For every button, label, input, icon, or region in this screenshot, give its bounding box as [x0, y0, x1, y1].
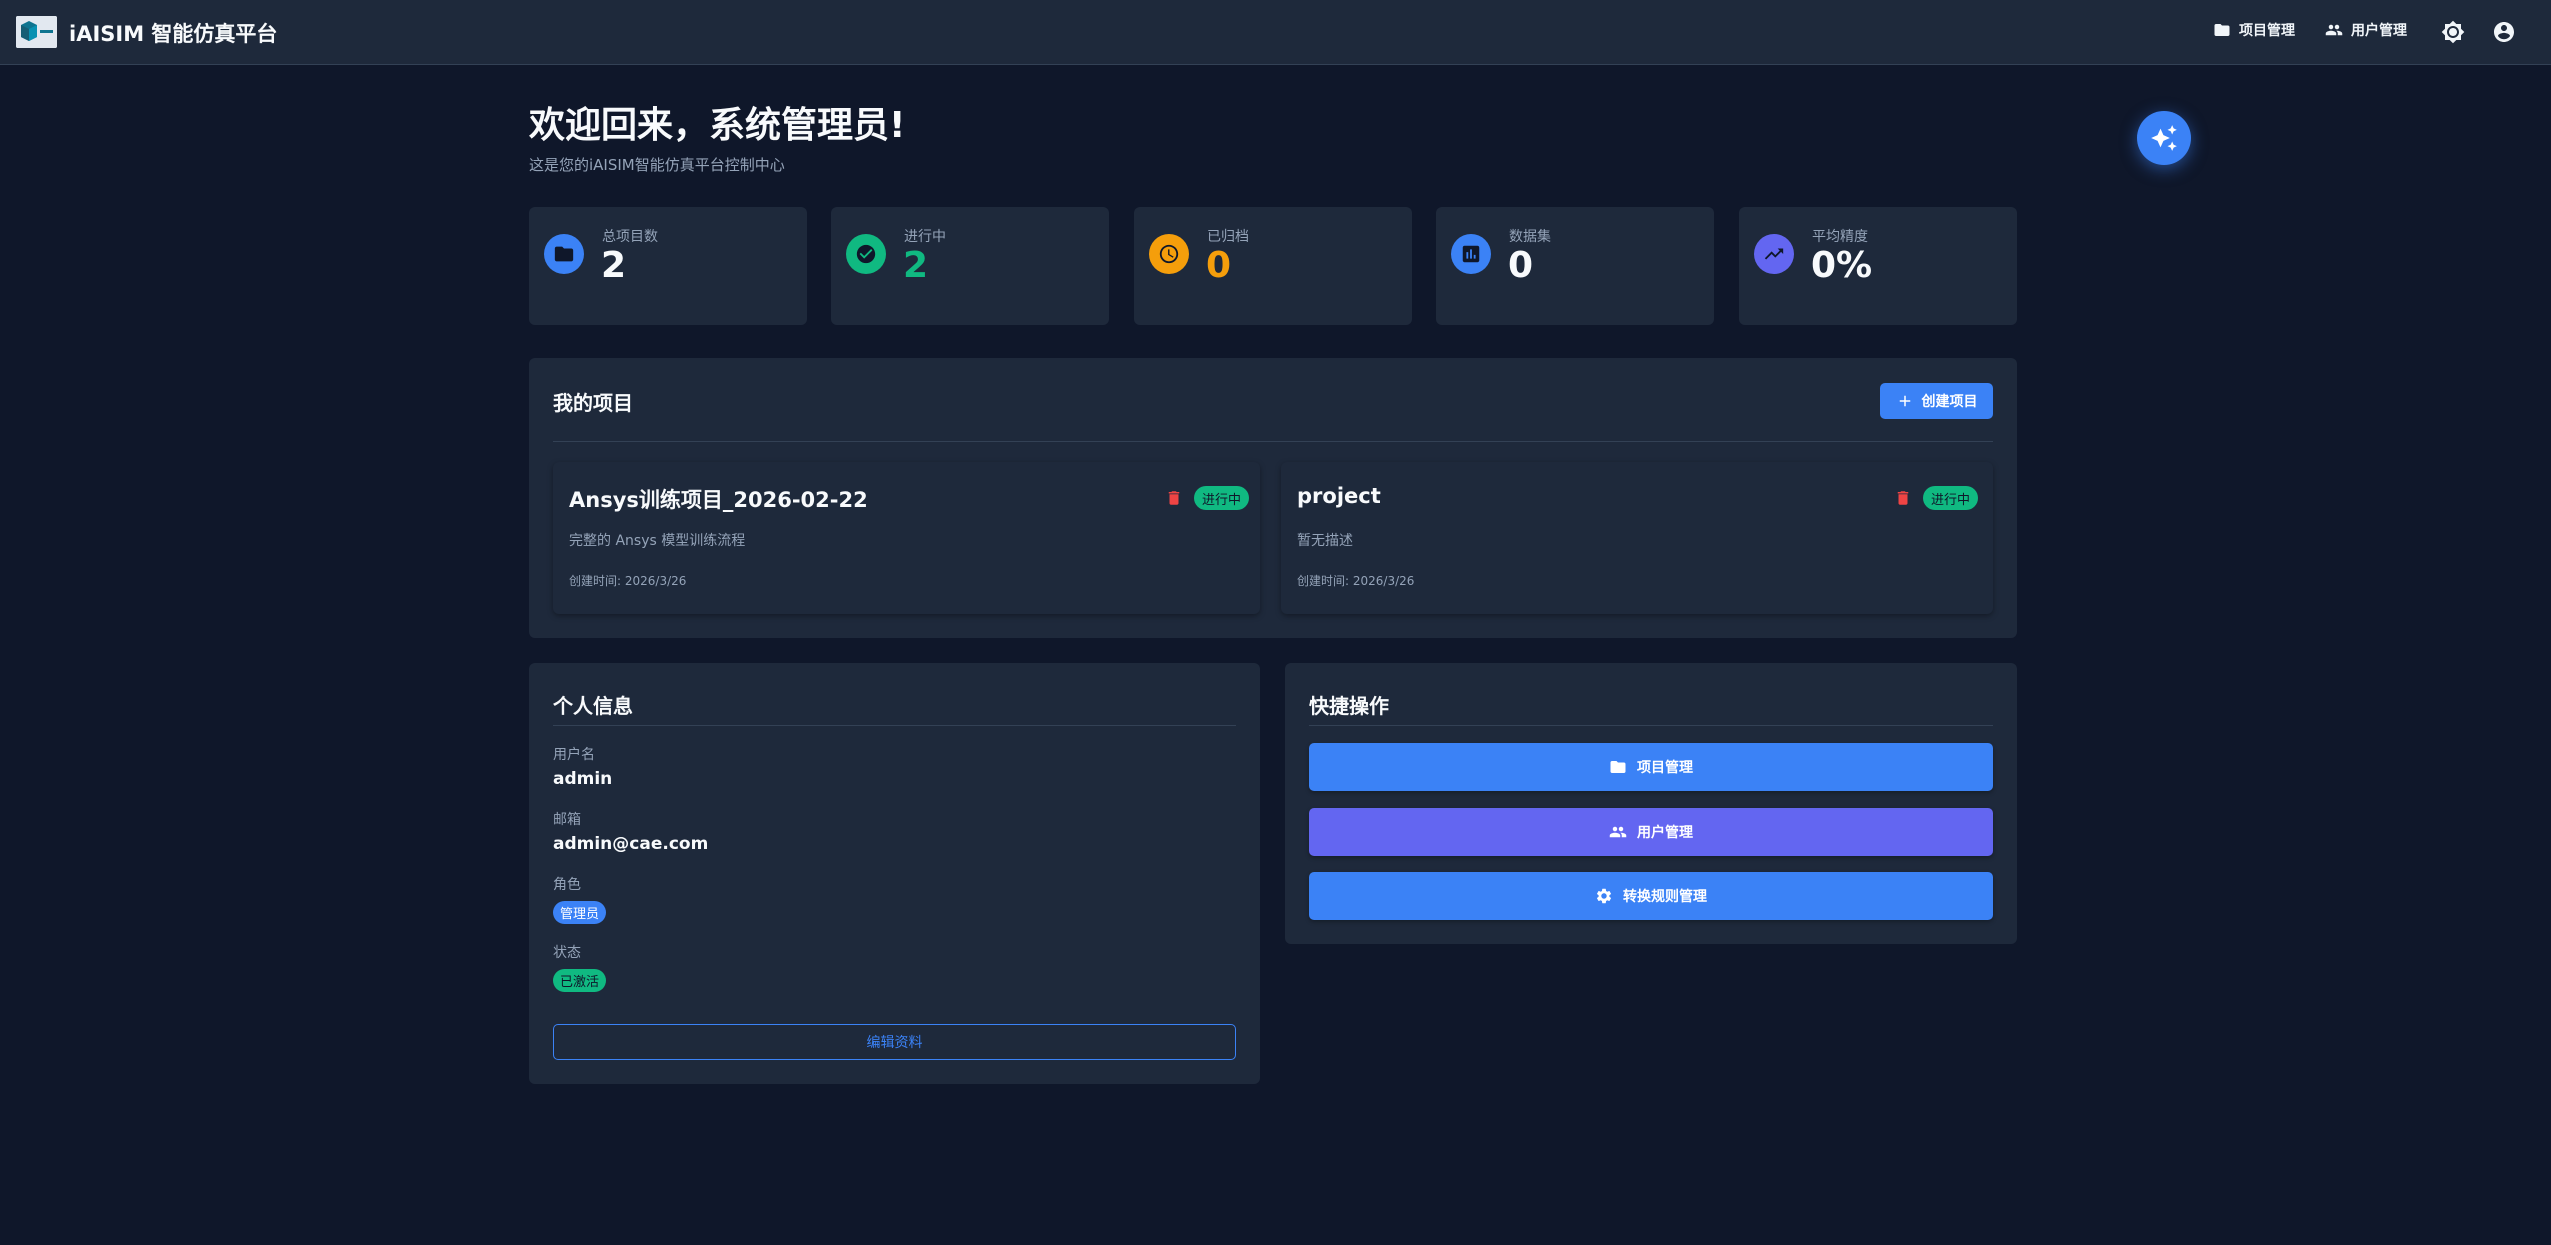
stat-value: 2 [601, 245, 627, 286]
gear-icon [1596, 888, 1612, 904]
profile-divider [553, 725, 1236, 726]
bar-chart-icon [1462, 245, 1480, 263]
users-icon [1609, 826, 1627, 838]
quick-project-management-button[interactable]: 项目管理 [1309, 743, 1993, 791]
nav-user-management[interactable]: 用户管理 [2325, 20, 2407, 40]
stat-value: 0 [1206, 245, 1232, 286]
project-created-date: 创建时间: 2026/3/26 [569, 574, 687, 588]
project-name: Ansys训练项目_2026-02-22 [569, 488, 868, 512]
welcome-subtitle: 这是您的iAISIM智能仿真平台控制中心 [529, 156, 785, 174]
folder-icon [554, 246, 574, 262]
quick-actions-divider [1309, 725, 1993, 726]
project-created-date: 创建时间: 2026/3/26 [1297, 574, 1415, 588]
stat-icon-wrapper [1754, 234, 1794, 274]
stat-value: 2 [903, 245, 929, 286]
stat-card-in-progress: 进行中 2 [831, 207, 1109, 325]
stat-card-datasets: 数据集 0 [1436, 207, 1714, 325]
trash-icon [1168, 491, 1180, 505]
quick-actions-title: 快捷操作 [1309, 694, 1389, 718]
quick-user-management-button[interactable]: 用户管理 [1309, 808, 1993, 856]
project-status-badge: 进行中 [1923, 486, 1979, 510]
brightness-icon [2441, 20, 2465, 44]
quick-user-management-label: 用户管理 [1637, 825, 1693, 841]
project-description: 暂无描述 [1297, 533, 1353, 549]
create-project-label: 创建项目 [1921, 394, 1978, 410]
account-status-badge: 已激活 [553, 969, 607, 992]
edit-profile-button[interactable]: 编辑资料 [553, 1024, 1236, 1060]
welcome-title: 欢迎回来，系统管理员! [529, 105, 906, 146]
project-description: 完整的 Ansys 模型训练流程 [569, 533, 746, 549]
top-bar: iAISIM 智能仿真平台 项目管理 用户管理 [0, 0, 2551, 65]
profile-title: 个人信息 [553, 694, 633, 718]
projects-divider [553, 441, 1993, 442]
status-label: 状态 [553, 945, 581, 961]
stat-label: 总项目数 [602, 229, 658, 245]
delete-project-button[interactable] [1894, 489, 1912, 507]
delete-project-button[interactable] [1165, 489, 1183, 507]
trash-icon [1897, 491, 1909, 505]
stat-card-archived: 已归档 0 [1134, 207, 1412, 325]
plus-icon [1899, 395, 1910, 407]
app-logo[interactable] [16, 16, 57, 48]
project-card[interactable]: Ansys训练项目_2026-02-22 进行中 完整的 Ansys 模型训练流… [553, 462, 1260, 614]
quick-conversion-rules-label: 转换规则管理 [1623, 889, 1707, 905]
stat-value: 0 [1508, 245, 1534, 286]
stat-card-average-accuracy: 平均精度 0% [1739, 207, 2017, 325]
clock-icon [1159, 244, 1179, 264]
quick-conversion-rules-button[interactable]: 转换规则管理 [1309, 872, 1993, 920]
my-projects-title: 我的项目 [553, 391, 633, 415]
email-label: 邮箱 [553, 812, 581, 828]
nav-user-management-label: 用户管理 [2351, 23, 2407, 39]
app-title: iAISIM 智能仿真平台 [69, 22, 278, 46]
stat-value: 0% [1811, 245, 1873, 286]
stat-card-total-projects: 总项目数 2 [529, 207, 807, 325]
stat-icon-wrapper [1451, 234, 1491, 274]
nav-project-management-label: 项目管理 [2239, 23, 2295, 39]
project-card[interactable]: project 进行中 暂无描述 创建时间: 2026/3/26 [1281, 462, 1993, 614]
ai-assistant-button[interactable] [2137, 111, 2191, 165]
trending-up-icon [1764, 248, 1784, 260]
stat-label: 数据集 [1509, 229, 1551, 245]
project-name: project [1297, 484, 1381, 508]
check-circle-icon [856, 244, 876, 264]
profile-panel [529, 663, 1260, 1084]
account-circle-icon [2494, 22, 2514, 42]
stat-icon-wrapper [846, 234, 886, 274]
quick-project-management-label: 项目管理 [1637, 760, 1693, 776]
stat-label: 已归档 [1207, 229, 1249, 245]
role-badge: 管理员 [553, 901, 607, 924]
email-value: admin@cae.com [553, 834, 709, 854]
stat-label: 平均精度 [1812, 229, 1868, 245]
username-value: admin [553, 769, 613, 789]
folder-icon [1610, 761, 1626, 773]
create-project-button[interactable]: 创建项目 [1880, 383, 1993, 419]
stat-icon-wrapper [1149, 234, 1189, 274]
folder-icon [2214, 24, 2230, 36]
sparkle-icon [2151, 125, 2177, 151]
username-label: 用户名 [553, 747, 595, 763]
nav-project-management[interactable]: 项目管理 [2213, 20, 2295, 40]
project-status-badge: 进行中 [1194, 486, 1250, 510]
stat-icon-wrapper [544, 234, 584, 274]
account-button[interactable] [2491, 19, 2517, 45]
theme-toggle-button[interactable] [2440, 19, 2466, 45]
role-label: 角色 [553, 877, 581, 893]
users-icon [2325, 24, 2343, 36]
stat-label: 进行中 [904, 229, 946, 245]
